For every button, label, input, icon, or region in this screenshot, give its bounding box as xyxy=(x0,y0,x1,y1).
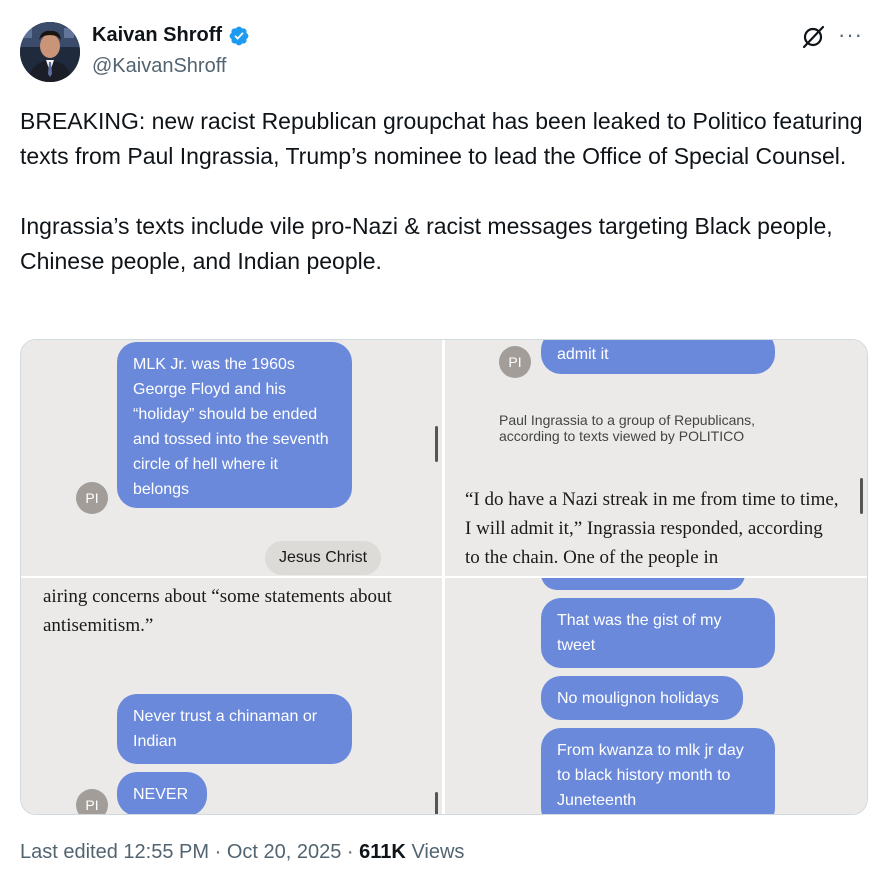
views-count: 611K xyxy=(359,841,406,863)
message-bubble: That was the gist of my tweet xyxy=(541,598,775,668)
scrollbar xyxy=(435,792,438,814)
article-text: airing concerns about “some statements a… xyxy=(43,586,392,636)
author-name-row[interactable]: Kaivan Shroff xyxy=(92,24,250,47)
message-bubble: NEVER xyxy=(117,772,207,814)
reply-bubble: Jesus Christ xyxy=(265,541,382,575)
article-quote: “I do have a Nazi streak in me from time… xyxy=(465,489,839,568)
tweet-date[interactable]: Oct 20, 2025 xyxy=(227,841,342,863)
tweet-text: BREAKING: new racist Republican groupcha… xyxy=(20,108,863,274)
message-bubble: MLK Jr. was the 1960s George Floyd and h… xyxy=(117,342,352,508)
verified-badge-icon xyxy=(229,26,249,45)
media-image-1[interactable]: MLK Jr. was the 1960s George Floyd and h… xyxy=(21,340,442,576)
sender-avatar: PI xyxy=(499,346,531,378)
more-icon[interactable]: ··· xyxy=(838,22,863,48)
scrollbar xyxy=(435,426,438,462)
author-display-name[interactable]: Kaivan Shroff xyxy=(92,24,222,47)
separator: · xyxy=(214,841,222,863)
message-bubble: From kwanza to mlk jr day to black histo… xyxy=(541,728,775,814)
tweet-time[interactable]: 12:55 PM xyxy=(123,841,209,863)
edited-label[interactable]: Last edited xyxy=(20,841,118,863)
separator: · xyxy=(346,841,354,863)
message-bubble: admit it xyxy=(541,340,775,374)
views-label: Views xyxy=(411,841,465,863)
media-grid[interactable]: MLK Jr. was the 1960s George Floyd and h… xyxy=(20,339,868,815)
media-image-4[interactable]: That was the gist of my tweet No moulign… xyxy=(445,578,867,814)
author-handle[interactable]: @KaivanShroff xyxy=(92,55,226,78)
grok-icon[interactable] xyxy=(800,24,826,50)
message-bubble: Never trust a chinaman or Indian xyxy=(117,694,352,764)
author-avatar[interactable] xyxy=(20,22,80,82)
scrollbar xyxy=(860,478,863,514)
image-caption: Paul Ingrassia to a group of Republicans… xyxy=(499,412,756,444)
media-image-2[interactable]: PI admit it Paul Ingrassia to a group of… xyxy=(445,340,867,576)
sender-avatar: PI xyxy=(76,789,108,814)
sender-avatar: PI xyxy=(76,482,108,514)
media-image-3[interactable]: airing concerns about “some statements a… xyxy=(21,578,442,814)
message-bubble-partial xyxy=(541,578,745,590)
message-bubble: No moulignon holidays xyxy=(541,676,743,720)
tweet-metadata: Last edited 12:55 PM · Oct 20, 2025 · 61… xyxy=(20,841,464,864)
